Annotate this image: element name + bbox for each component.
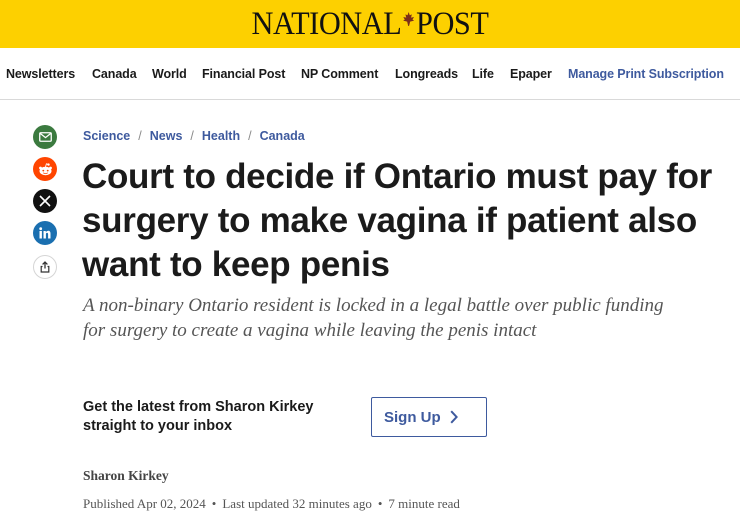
main-nav: Newsletters Canada World Financial Post … xyxy=(0,48,740,100)
read-time: 7 minute read xyxy=(388,496,460,511)
article-dek: A non-binary Ontario resident is locked … xyxy=(83,295,664,341)
maple-leaf-icon xyxy=(403,12,415,26)
author-link[interactable]: Sharon Kirkey xyxy=(83,468,169,484)
sign-up-label: Sign Up xyxy=(384,408,441,426)
nav-item-np-comment[interactable]: NP Comment xyxy=(301,67,378,81)
nav-item-longreads[interactable]: Longreads xyxy=(395,67,458,81)
share-icon xyxy=(40,261,50,273)
share-x-button[interactable] xyxy=(33,189,57,213)
share-reddit-button[interactable] xyxy=(33,157,57,181)
masthead: NATIONAL POST xyxy=(0,0,740,48)
breadcrumb-science[interactable]: Science xyxy=(83,129,130,143)
breadcrumb-separator: / xyxy=(138,129,142,143)
nav-item-financial-post[interactable]: Financial Post xyxy=(202,67,285,81)
logo-text-national: NATIONAL xyxy=(251,6,402,42)
nav-item-newsletters[interactable]: Newsletters xyxy=(6,67,75,81)
share-email-button[interactable] xyxy=(33,125,57,149)
email-icon xyxy=(38,132,52,142)
breadcrumb-health[interactable]: Health xyxy=(202,129,240,143)
article-meta: Published Apr 02, 2024 • Last updated 32 m… xyxy=(83,496,460,512)
breadcrumb-separator: / xyxy=(248,129,252,143)
national-post-logo[interactable]: NATIONAL POST xyxy=(30,6,711,42)
published-date: Published Apr 02, 2024 xyxy=(83,496,206,511)
meta-separator: • xyxy=(211,496,217,511)
linkedin-icon xyxy=(39,227,51,239)
chevron-right-icon xyxy=(450,410,458,424)
breadcrumb-canada[interactable]: Canada xyxy=(260,129,305,143)
nav-item-life[interactable]: Life xyxy=(472,67,494,81)
share-more-button[interactable] xyxy=(33,255,57,279)
meta-separator: • xyxy=(377,496,383,511)
article-headline: Court to decide if Ontario must pay for … xyxy=(82,157,713,284)
nav-item-epaper[interactable]: Epaper xyxy=(510,67,552,81)
last-updated: Last updated 32 minutes ago xyxy=(222,496,372,511)
logo-text-post: POST xyxy=(416,6,489,42)
breadcrumb-news[interactable]: News xyxy=(150,129,183,143)
breadcrumb: Science / News / Health / Canada xyxy=(83,129,305,143)
x-icon xyxy=(39,195,51,207)
share-linkedin-button[interactable] xyxy=(33,221,57,245)
nav-item-world[interactable]: World xyxy=(152,67,187,81)
breadcrumb-separator: / xyxy=(190,129,194,143)
newsletter-prompt: Get the latest from Sharon Kirkey straig… xyxy=(83,399,314,434)
nav-item-canada[interactable]: Canada xyxy=(92,67,137,81)
sign-up-button[interactable]: Sign Up xyxy=(371,397,487,437)
reddit-icon xyxy=(38,162,52,175)
nav-link-manage-print-subscription[interactable]: Manage Print Subscription xyxy=(568,67,724,81)
